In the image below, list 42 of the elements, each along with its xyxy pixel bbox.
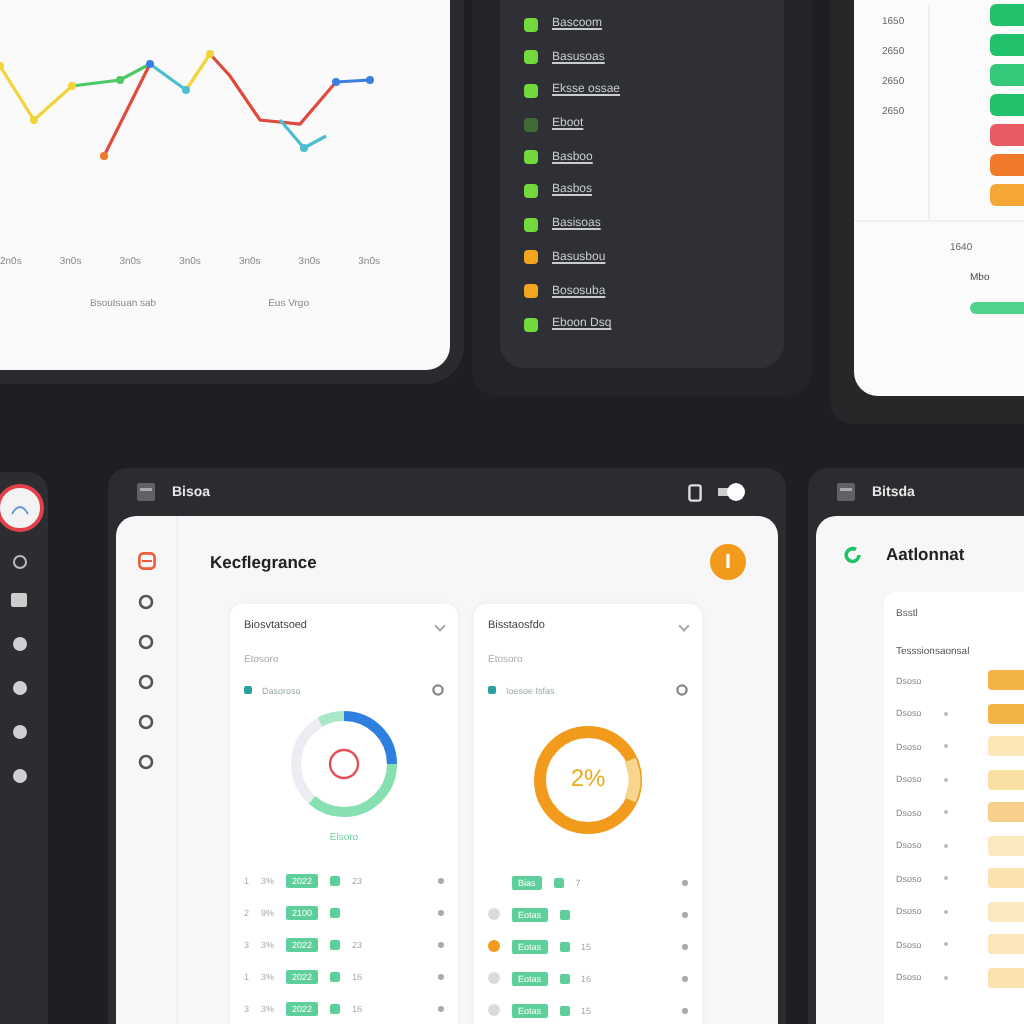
dot-icon[interactable] xyxy=(438,941,444,947)
menu-icon[interactable] xyxy=(137,552,155,570)
square-icon xyxy=(330,875,341,885)
avatar-icon[interactable] xyxy=(0,484,44,532)
toggle-icon[interactable] xyxy=(718,482,746,502)
page-heading: Kecflegrance xyxy=(210,552,317,572)
dot-icon[interactable] xyxy=(438,1005,444,1011)
window-icon xyxy=(136,482,156,502)
square-icon xyxy=(330,907,341,917)
dot-icon[interactable] xyxy=(438,877,444,883)
ring-chart-drawing xyxy=(528,720,648,840)
square-icon xyxy=(330,1003,341,1013)
refresh-icon[interactable] xyxy=(844,545,862,563)
chevron-icon[interactable] xyxy=(678,620,690,632)
dot-icon[interactable] xyxy=(438,909,444,915)
dot-icon[interactable] xyxy=(438,973,444,979)
circle-icon[interactable] xyxy=(12,680,28,696)
legend-swatch xyxy=(970,302,1024,314)
dot-icon[interactable] xyxy=(682,943,688,949)
circle-icon[interactable] xyxy=(12,636,28,652)
square-icon xyxy=(330,971,341,981)
circle-icon[interactable] xyxy=(12,768,28,784)
square-icon xyxy=(553,877,564,887)
dot-icon[interactable] xyxy=(682,911,688,917)
page-heading: Aatlonnat xyxy=(886,544,965,564)
image-icon[interactable] xyxy=(10,592,28,608)
legend-swatch xyxy=(488,686,496,694)
ring-value: 2% xyxy=(568,764,608,792)
square-icon xyxy=(559,909,570,919)
alert-button[interactable] xyxy=(710,544,746,580)
document-icon[interactable] xyxy=(688,483,702,501)
chevron-icon[interactable] xyxy=(434,620,446,632)
circle-icon[interactable] xyxy=(12,724,28,740)
dot-icon[interactable] xyxy=(682,879,688,885)
window-icon xyxy=(836,482,856,502)
dot-icon[interactable] xyxy=(682,975,688,981)
square-icon xyxy=(559,973,570,983)
square-icon xyxy=(559,1005,570,1015)
dot-icon[interactable] xyxy=(682,1007,688,1013)
legend-swatch xyxy=(244,686,252,694)
square-icon xyxy=(330,939,341,949)
square-icon xyxy=(559,941,570,951)
